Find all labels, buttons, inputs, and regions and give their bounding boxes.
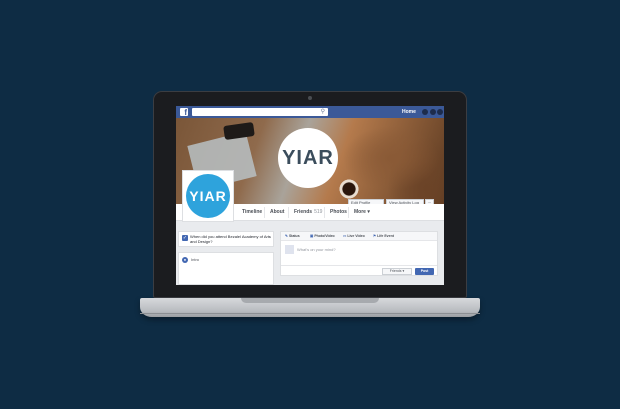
messages-icon[interactable] [430,109,436,115]
search-input[interactable]: ⚲ [192,108,328,116]
search-icon[interactable]: ⚲ [321,108,325,116]
status-input[interactable]: What's on your mind? [297,247,336,252]
nav-divider [348,207,349,218]
facebook-logo-icon[interactable]: f [180,108,188,117]
flag-icon: ⚑ [373,234,377,238]
cover-coffee-cup [338,178,360,200]
cover-phone-shape [223,121,255,141]
composer-footer: Friends ▾ Post [281,265,437,275]
intro-label: Intro [191,257,200,262]
notifications-icon[interactable] [437,109,443,115]
tab-about[interactable]: About [270,209,284,216]
profile-logo: YIAR [186,174,230,218]
laptop-screen: f ⚲ Home YIAR Edit Profile View Activity… [176,106,444,285]
composer-tabs: ✎Status ▣Photo/Video ▭Live Video ⚑Life E… [281,232,437,241]
cover-logo: YIAR [278,128,338,188]
education-prompt-text[interactable]: When did you attend Bezalel Academy of A… [190,234,272,244]
webcam [308,96,312,100]
profile-logo-text: YIAR [189,188,227,204]
laptop-base-notch [241,298,379,303]
facebook-top-bar: f ⚲ Home [176,106,444,118]
checkbox-icon[interactable]: ✓ [182,235,188,241]
tab-photo-video[interactable]: ▣Photo/Video [310,234,335,239]
education-prompt-card: ✓ When did you attend Bezalel Academy of… [178,231,274,247]
camera-icon: ▣ [310,234,314,238]
globe-icon: ● [182,257,188,263]
nav-divider [288,207,289,218]
tab-friends[interactable]: Friends 519 [294,209,322,216]
post-button[interactable]: Post [415,268,434,275]
tab-more[interactable]: More ▾ [354,209,370,216]
video-icon: ▭ [343,234,347,238]
tab-photos[interactable]: Photos [330,209,347,216]
intro-card: ● Intro [178,252,274,285]
post-composer: ✎Status ▣Photo/Video ▭Live Video ⚑Life E… [280,231,438,276]
tab-life-event[interactable]: ⚑Life Event [373,234,394,239]
tab-live-video[interactable]: ▭Live Video [343,234,365,239]
audience-selector[interactable]: Friends ▾ [382,268,412,275]
tab-status[interactable]: ✎Status [285,234,300,239]
close-icon[interactable]: × [269,234,271,239]
friends-count: 519 [314,209,323,215]
friend-requests-icon[interactable] [422,109,428,115]
nav-divider [264,207,265,218]
tab-timeline[interactable]: Timeline [242,209,262,216]
pencil-icon: ✎ [285,234,288,238]
profile-picture[interactable]: YIAR [182,170,234,222]
cover-logo-text: YIAR [282,146,334,169]
avatar [285,245,294,254]
laptop-base-edge [140,313,480,314]
nav-divider [324,207,325,218]
home-link[interactable]: Home [402,108,416,116]
